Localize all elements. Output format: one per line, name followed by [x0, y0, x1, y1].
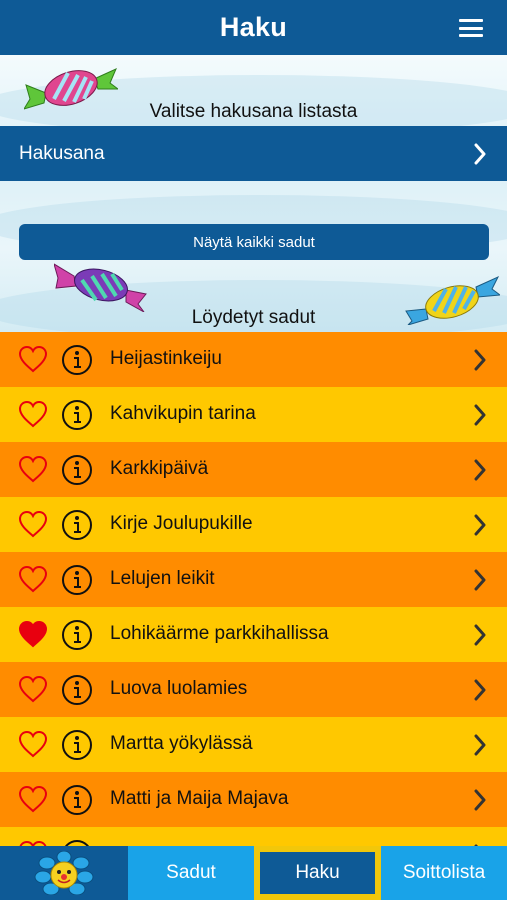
chevron-right-icon	[474, 143, 486, 165]
chevron-right-icon	[474, 789, 486, 811]
story-row[interactable]	[0, 827, 507, 846]
tab-haku-label: Haku	[260, 852, 375, 894]
info-icon[interactable]	[61, 839, 93, 846]
info-icon[interactable]	[61, 564, 93, 596]
tab-bar: Sadut Haku Soittolista	[0, 846, 507, 900]
heart-filled-icon[interactable]	[18, 620, 48, 648]
story-row[interactable]: Lelujen leikit	[0, 552, 507, 607]
story-title: Karkkipäivä	[110, 458, 209, 479]
show-all-stories-button[interactable]: Näytä kaikki sadut	[19, 224, 489, 260]
chevron-right-icon	[474, 404, 486, 426]
story-title: Kirje Joulupukille	[110, 513, 253, 534]
tab-haku[interactable]: Haku	[254, 846, 381, 900]
tab-home[interactable]	[0, 846, 128, 900]
info-icon[interactable]	[61, 729, 93, 761]
search-panel: Valitse hakusana listasta Hakusana Näytä…	[0, 55, 507, 332]
story-title: Matti ja Maija Majava	[110, 788, 289, 809]
info-icon[interactable]	[61, 344, 93, 376]
sun-flower-icon	[34, 851, 94, 895]
tab-sadut[interactable]: Sadut	[128, 846, 254, 900]
heart-outline-icon[interactable]	[18, 510, 48, 538]
story-row[interactable]: Heijastinkeiju	[0, 332, 507, 387]
chevron-right-icon	[474, 734, 486, 756]
heart-outline-icon[interactable]	[18, 730, 48, 758]
chevron-right-icon	[474, 514, 486, 536]
story-list[interactable]: Heijastinkeiju Kahvikupin tarina Karkkipäi…	[0, 332, 507, 846]
story-title: Martta yökylässä	[110, 733, 253, 754]
story-row[interactable]: Luova luolamies	[0, 662, 507, 717]
story-title: Luova luolamies	[110, 678, 248, 699]
hamburger-menu-icon[interactable]	[459, 19, 483, 37]
keyword-label: Hakusana	[19, 142, 105, 164]
keyword-selector[interactable]: Hakusana	[0, 126, 507, 181]
story-title: Lohikäärme parkkihallissa	[110, 623, 329, 644]
chevron-right-icon	[474, 349, 486, 371]
story-row[interactable]: Kirje Joulupukille	[0, 497, 507, 552]
info-icon[interactable]	[61, 454, 93, 486]
story-row[interactable]: Martta yökylässä	[0, 717, 507, 772]
info-icon[interactable]	[61, 784, 93, 816]
found-stories-heading: Löydetyt sadut	[191, 307, 316, 328]
header-bar: Haku	[0, 0, 507, 55]
search-prompt: Valitse hakusana listasta	[149, 101, 358, 122]
heart-outline-icon[interactable]	[18, 565, 48, 593]
story-row[interactable]: Matti ja Maija Majava	[0, 772, 507, 827]
chevron-right-icon	[474, 459, 486, 481]
chevron-right-icon	[474, 624, 486, 646]
tab-soittolista[interactable]: Soittolista	[381, 846, 507, 900]
candy-decoration-icon	[54, 263, 147, 312]
info-icon[interactable]	[61, 674, 93, 706]
chevron-right-icon	[474, 569, 486, 591]
info-icon[interactable]	[61, 509, 93, 541]
story-title: Lelujen leikit	[110, 568, 215, 589]
info-icon[interactable]	[61, 399, 93, 431]
story-row[interactable]: Kahvikupin tarina	[0, 387, 507, 442]
heart-outline-icon[interactable]	[18, 785, 48, 813]
heart-outline-icon[interactable]	[18, 345, 48, 373]
story-row[interactable]: Lohikäärme parkkihallissa	[0, 607, 507, 662]
story-title: Heijastinkeiju	[110, 348, 222, 369]
page-title: Haku	[219, 12, 288, 42]
info-icon[interactable]	[61, 619, 93, 651]
heart-outline-icon[interactable]	[18, 675, 48, 703]
heart-outline-icon[interactable]	[18, 400, 48, 428]
chevron-right-icon	[474, 679, 486, 701]
story-row[interactable]: Karkkipäivä	[0, 442, 507, 497]
heart-outline-icon[interactable]	[18, 455, 48, 483]
story-title: Kahvikupin tarina	[110, 403, 256, 424]
